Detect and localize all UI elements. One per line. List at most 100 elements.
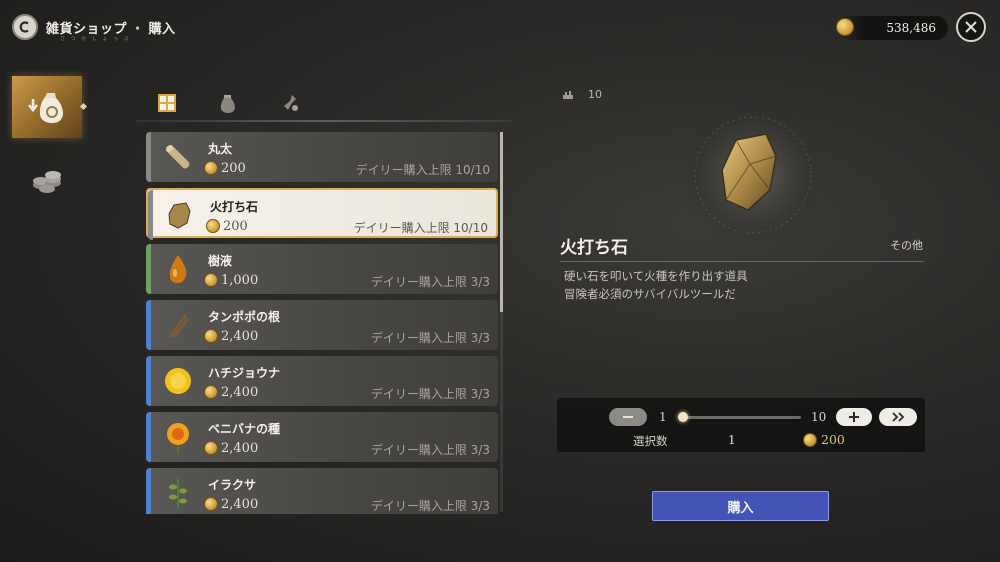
item-description: 硬い石を叩いて火種を作り出す道具 冒険者必須のサバイバルツールだ [564,267,748,303]
quantity-panel: 1 10 選択数 1 200 [557,398,925,452]
close-button[interactable] [956,12,986,42]
currency-amount: 538,486 [886,21,936,35]
daily-limit: デイリー購入上限 3/3 [370,387,490,401]
slider-handle[interactable] [678,412,688,422]
item-name: 樹液 [208,254,233,268]
gold-coin-icon [204,384,218,399]
shop-emblem-icon [12,14,38,40]
item-list: 丸太 200 デイリー購入上限 10/10 火打ち石 200 デイリー購入上限 10/10… [146,132,502,514]
item-row[interactable]: 丸太 200 デイリー購入上限 10/10 [146,132,498,182]
shop-mode: 購入 [148,22,176,37]
sidebar-tab-items[interactable] [12,76,82,138]
item-row[interactable]: ハチジョウナ 2,400 デイリー購入上限 3/3 [146,356,498,406]
item-row[interactable]: イラクサ 2,400 デイリー購入上限 3/3 [146,468,498,514]
rarity-bar [146,244,151,294]
item-price-value: 200 [221,161,246,176]
gold-coin-icon [204,272,218,287]
item-row[interactable]: 火打ち石 200 デイリー購入上限 10/10 [146,188,498,240]
item-price-value: 2,400 [221,329,259,344]
rarity-bar [146,412,151,462]
gold-coin-icon [204,440,218,455]
quantity-slider[interactable] [678,412,801,422]
tab-all[interactable] [152,88,182,118]
item-name: イラクサ [208,478,257,492]
close-icon [965,21,977,33]
quantity-max: 10 [811,410,827,424]
item-name: 火打ち石 [210,200,259,214]
all-items-icon [158,94,176,112]
plus-icon [849,412,859,422]
item-name: 丸太 [208,142,233,156]
item-price-value: 1,000 [221,273,259,288]
max-quantity-button[interactable] [879,408,917,426]
item-price-value: 2,400 [221,497,259,512]
list-scrollbar[interactable] [500,132,503,512]
gold-coin-icon [204,328,218,343]
stock-icon [563,91,573,99]
item-detail-category: その他 [890,239,923,252]
coin-stack-icon [33,171,61,193]
rarity-bar [146,132,151,182]
rarity-bar [148,190,153,240]
quantity-label: 選択数 [633,434,668,448]
tab-materials[interactable] [213,88,243,118]
item-name: ハチジョウナ [208,366,281,380]
gold-coin-icon [204,496,218,511]
title-separator: ・ [131,22,145,37]
item-price-value: 2,400 [221,441,259,456]
yellow-flower-icon [160,363,196,399]
item-price: 200 [204,160,246,176]
flask-icon [284,95,298,111]
buy-button[interactable]: 購入 [652,491,829,521]
gold-coin-icon [836,18,854,36]
tab-consumables[interactable] [276,88,306,118]
root-icon [160,307,196,343]
daily-limit: デイリー購入上限 3/3 [370,443,490,457]
item-row[interactable]: タンポポの根 2,400 デイリー購入上限 3/3 [146,300,498,350]
sidebar-tab-currency[interactable] [12,148,82,210]
nettle-icon [160,475,196,511]
page-subtitle: さ つ か し ょ っ ぷ [60,36,131,42]
item-bag-icon [27,93,63,123]
detail-divider [560,261,924,262]
item-name: タンポポの根 [208,310,281,324]
gold-coin-icon [206,218,220,233]
rarity-bar [146,356,151,406]
item-price: 1,000 [204,272,259,288]
daily-limit: デイリー購入上限 3/3 [370,275,490,289]
daily-limit: デイリー購入上限 10/10 [353,221,488,235]
rarity-bar [146,468,151,514]
item-price: 2,400 [204,384,259,400]
item-price: 200 [206,218,248,234]
total-price-value: 200 [821,432,845,447]
header: 雑貨ショップ・購入 さ つ か し ょ っ ぷ 538,486 [0,0,1000,56]
daily-limit: デイリー購入上限 3/3 [370,331,490,345]
currency-display: 538,486 [836,16,948,40]
flint-icon [162,197,198,233]
item-price-value: 2,400 [221,385,259,400]
decrease-button[interactable] [609,408,647,426]
item-detail-name: 火打ち石 [560,238,628,258]
gold-coin-icon [803,432,817,447]
increase-button[interactable] [836,408,872,426]
item-price: 2,400 [204,328,259,344]
safflower-icon [160,419,196,455]
minus-icon [623,416,633,418]
item-price: 2,400 [204,440,259,456]
quantity-selected: 1 [728,433,736,447]
item-row[interactable]: ベニバナの種 2,400 デイリー購入上限 3/3 [146,412,498,462]
item-row[interactable]: 樹液 1,000 デイリー購入上限 3/3 [146,244,498,294]
stock-display: 10 [562,88,602,101]
scrollbar-thumb[interactable] [500,132,503,312]
category-divider [136,120,512,122]
log-icon [160,139,196,175]
description-line-2: 冒険者必須のサバイバルツールだ [564,287,736,301]
total-price: 200 [803,432,845,447]
category-tabs [150,88,510,118]
description-line-1: 硬い石を叩いて火種を作り出す道具 [564,269,748,283]
sap-icon [160,251,196,287]
flint-large-icon [683,105,823,245]
stock-count: 10 [588,88,602,101]
quantity-min: 1 [659,410,667,424]
daily-limit: デイリー購入上限 3/3 [370,499,490,513]
